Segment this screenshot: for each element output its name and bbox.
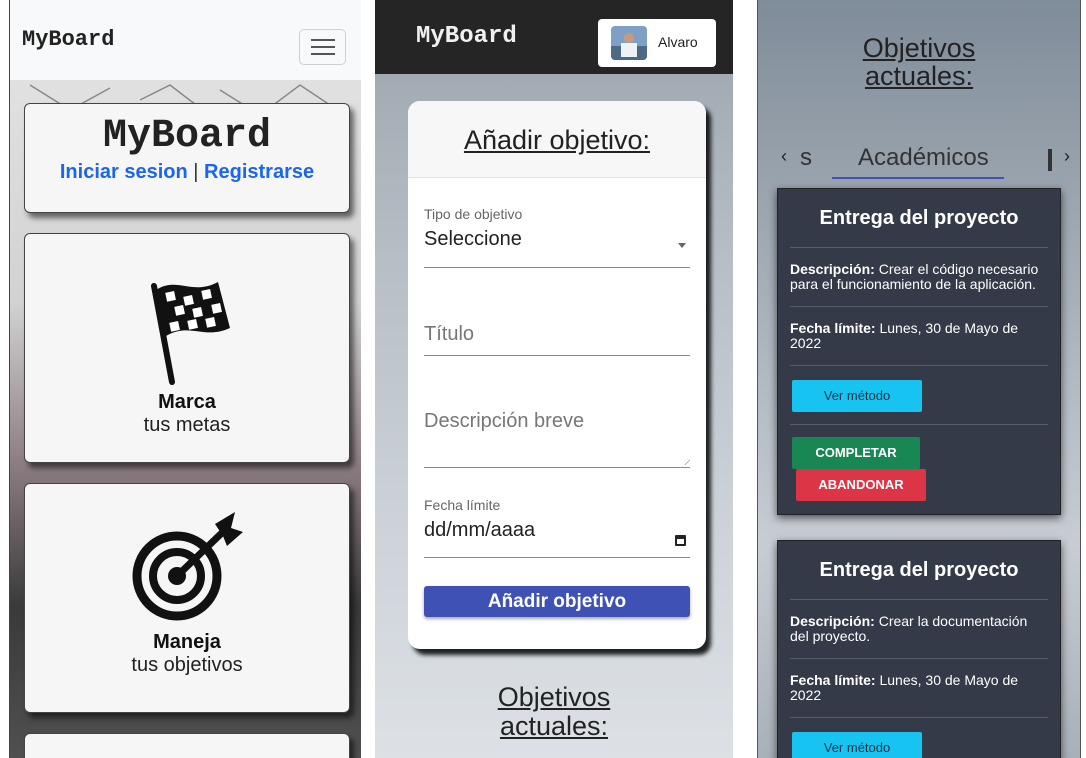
- divider: [790, 717, 1048, 718]
- active-tab-indicator: [832, 177, 1004, 179]
- goal-description: Descripción: Crear el código necesario p…: [778, 248, 1060, 306]
- view-method-button[interactable]: Ver método: [792, 732, 922, 758]
- hamburger-icon-bar: [311, 46, 335, 48]
- login-link[interactable]: Iniciar sesion: [60, 161, 188, 183]
- goal-title-input[interactable]: Título: [424, 323, 690, 356]
- chevron-left-icon[interactable]: ‹: [781, 146, 787, 167]
- goal-type-value: Seleccione: [424, 228, 522, 250]
- add-goal-button[interactable]: Añadir objetivo: [424, 586, 690, 617]
- tab-partial-right[interactable]: [1048, 149, 1052, 171]
- feature-card-partial: [24, 733, 350, 758]
- feature-title: Marca: [158, 391, 216, 413]
- resize-grip-icon[interactable]: [684, 459, 690, 465]
- form-title: Añadir objetivo:: [463, 125, 651, 155]
- landing-screen: MyBoard MyBoard Iniciar sesion | Registr…: [9, 0, 361, 758]
- current-goals-screen: Objetivos actuales: ‹ s Académicos › Ent…: [757, 0, 1081, 758]
- deadline-date-input[interactable]: Fecha límite dd/mm/aaaa: [424, 497, 690, 558]
- deadline-label: Fecha límite:: [790, 320, 876, 336]
- complete-button[interactable]: COMPLETAR: [792, 437, 920, 469]
- abandon-button[interactable]: ABANDONAR: [796, 469, 926, 501]
- navbar: MyBoard: [10, 0, 361, 80]
- checkered-flag-icon: [151, 282, 230, 385]
- register-link[interactable]: Registrarse: [204, 161, 314, 183]
- calendar-icon[interactable]: [675, 535, 686, 546]
- feature-subtitle: tus objetivos: [131, 654, 243, 676]
- goal-type-select[interactable]: Tipo de objetivo Seleccione: [424, 206, 690, 268]
- dropdown-caret-icon: [678, 243, 686, 248]
- goal-category-tabs: ‹ s Académicos ›: [758, 138, 1080, 180]
- goal-title: Entrega del proyecto: [819, 207, 1019, 229]
- hero-title: MyBoard: [102, 114, 272, 159]
- description-label: Descripción:: [790, 613, 875, 629]
- feature-card-objectives: Maneja tus objetivos: [24, 483, 350, 713]
- target-arrow-icon: [132, 512, 243, 621]
- divider: [790, 365, 1048, 366]
- tab-partial-left[interactable]: s: [800, 144, 812, 172]
- menu-toggle-button[interactable]: [299, 29, 346, 65]
- goal-description: Descripción: Crear la documentación del …: [778, 600, 1060, 658]
- current-goals-heading: Objetivos actuales:: [375, 683, 733, 741]
- brand-logo[interactable]: MyBoard: [22, 27, 114, 52]
- feature-title: Maneja: [153, 631, 221, 653]
- goal-deadline: Fecha límite: Lunes, 30 de Mayo de 2022: [778, 659, 1060, 717]
- deadline-value: dd/mm/aaaa: [424, 519, 536, 541]
- deadline-label: Fecha límite:: [790, 672, 876, 688]
- goal-description-placeholder: Descripción breve: [424, 410, 585, 432]
- goal-card: Entrega del proyecto Descripción: Crear …: [777, 540, 1061, 758]
- user-name: Alvaro: [658, 34, 698, 50]
- hamburger-icon: [311, 39, 335, 41]
- hamburger-icon-bar: [311, 53, 335, 55]
- add-goal-form: Añadir objetivo: Tipo de objetivo Selecc…: [408, 101, 706, 649]
- user-menu-button[interactable]: Alvaro: [598, 19, 716, 67]
- navbar: MyBoard Alvaro: [375, 0, 733, 74]
- current-goals-heading-line1: Objetivos: [862, 33, 976, 63]
- add-goal-screen: MyBoard Alvaro Añadir objetivo: Tipo de …: [375, 0, 733, 758]
- feature-card-goals: Marca tus metas: [24, 233, 350, 463]
- view-method-button[interactable]: Ver método: [792, 380, 922, 412]
- goal-deadline: Fecha límite: Lunes, 30 de Mayo de 2022: [778, 307, 1060, 365]
- form-header: Añadir objetivo:: [408, 101, 706, 178]
- goal-title-placeholder: Título: [424, 323, 475, 345]
- tab-academicos[interactable]: Académicos: [858, 144, 989, 172]
- current-goals-heading-line2: actuales:: [864, 61, 974, 91]
- goal-title: Entrega del proyecto: [819, 559, 1019, 581]
- goal-type-label: Tipo de objetivo: [424, 206, 523, 222]
- description-label: Descripción:: [790, 261, 875, 277]
- goal-card: Entrega del proyecto Descripción: Crear …: [777, 188, 1061, 515]
- link-separator: |: [193, 161, 199, 183]
- deadline-label: Fecha límite: [424, 497, 501, 513]
- current-goals-heading: Objetivos actuales:: [758, 34, 1080, 90]
- avatar: [611, 26, 647, 60]
- hero-card: MyBoard Iniciar sesion | Registrarse: [24, 103, 350, 213]
- feature-subtitle: tus metas: [143, 414, 231, 436]
- brand-logo[interactable]: MyBoard: [416, 23, 517, 50]
- goal-description-textarea[interactable]: Descripción breve: [424, 410, 690, 468]
- current-goals-heading-line2: actuales:: [499, 711, 609, 741]
- chevron-right-icon[interactable]: ›: [1064, 146, 1070, 167]
- current-goals-heading-line1: Objetivos: [497, 682, 611, 712]
